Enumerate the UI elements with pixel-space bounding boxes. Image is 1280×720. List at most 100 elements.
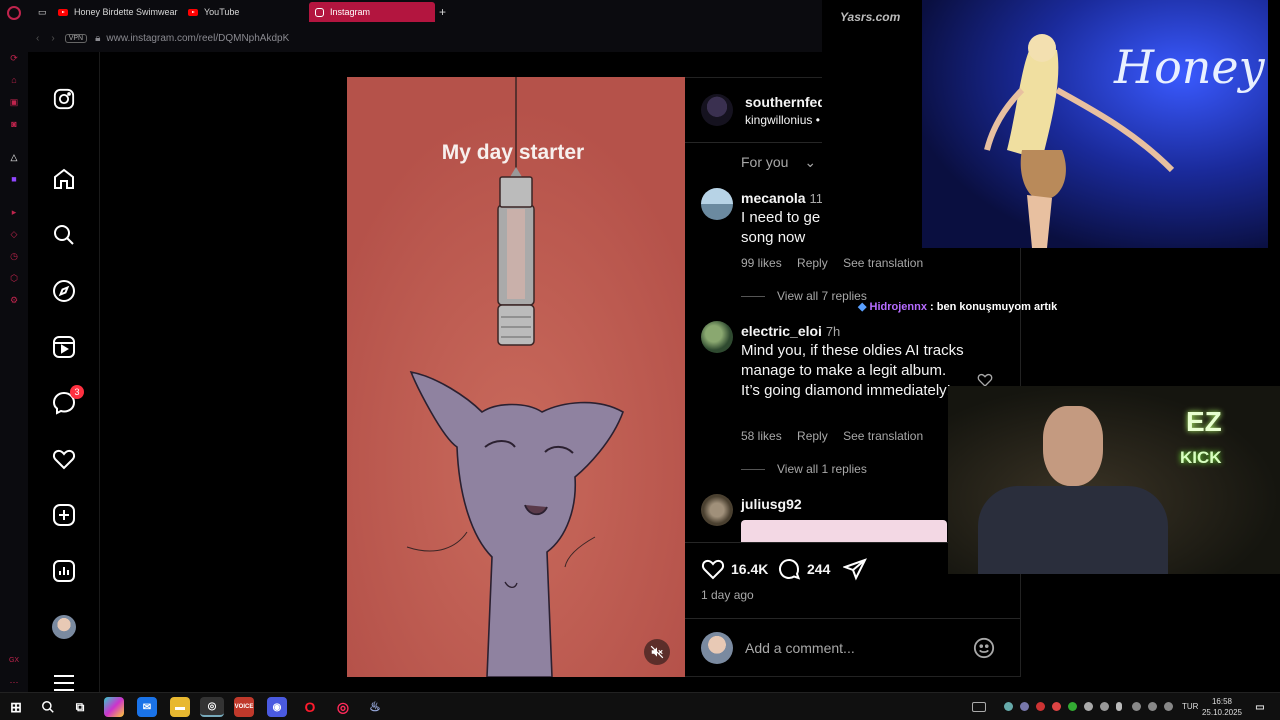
home-icon[interactable] [52, 167, 76, 191]
clock-date: 25.10.2025 [1201, 708, 1243, 717]
comment-avatar[interactable] [701, 494, 733, 526]
tray-opera-icon[interactable] [1052, 702, 1061, 711]
keyboard-icon[interactable] [972, 702, 986, 712]
author-username[interactable]: southernfed [745, 94, 826, 110]
messages-icon[interactable]: 3 [52, 385, 84, 415]
cube-icon[interactable]: ⬡ [8, 272, 20, 284]
insights-icon[interactable] [52, 559, 76, 583]
chat-username: Hidrojennx [869, 301, 927, 313]
comment-input[interactable]: Add a comment... [745, 640, 855, 656]
profile-avatar[interactable] [52, 615, 76, 639]
create-icon[interactable] [52, 503, 76, 527]
copilot-icon[interactable] [104, 697, 124, 717]
refresh-icon[interactable]: ⟳ [8, 52, 20, 64]
post-date: 1 day ago [701, 588, 754, 602]
instagram-logo-icon[interactable] [52, 87, 76, 111]
comment-meta: 58 likes Reply See translation [741, 429, 935, 443]
notifications-icon[interactable]: ▭ [1250, 697, 1270, 717]
opera-gx-icon[interactable]: ◎ [200, 697, 224, 717]
tab-honey-birdette[interactable]: Honey Birdette Swimwear [52, 2, 178, 22]
lock-icon: 🔒︎ [95, 32, 101, 44]
pin-icon[interactable]: ◇ [8, 228, 20, 240]
author-avatar[interactable] [701, 94, 733, 126]
tray-nvidia-icon[interactable] [1068, 702, 1077, 711]
reel-video[interactable]: My day starter [347, 77, 685, 677]
comment-likes[interactable]: 58 likes [741, 429, 782, 443]
comment-time: 11 [809, 191, 823, 206]
muted-speaker-icon [650, 645, 664, 659]
view-replies-button[interactable]: View all 1 replies [741, 462, 867, 476]
voicemod-icon[interactable]: VOICE [234, 697, 254, 717]
mute-button[interactable] [644, 639, 670, 665]
author-subtitle[interactable]: kingwillonius • [745, 113, 820, 127]
reply-button[interactable]: Reply [797, 256, 828, 270]
microphone-icon[interactable] [1116, 702, 1122, 711]
windows-start-icon[interactable]: ⊞ [6, 697, 26, 717]
steam-icon[interactable]: ♨ [365, 697, 385, 717]
opera-logo-icon[interactable] [7, 6, 21, 20]
folder-icon[interactable]: ▬ [170, 697, 190, 717]
comment-avatar[interactable] [701, 321, 733, 353]
like-count: 16.4K [731, 561, 769, 577]
tray-network-icon[interactable] [1084, 702, 1093, 711]
gx-icon[interactable]: GX [8, 654, 20, 666]
chevron-down-icon: ⌄ [804, 154, 817, 170]
tab-youtube[interactable]: YouTube [182, 2, 302, 22]
workspace-icon[interactable]: ▭ [32, 2, 50, 22]
streamer-body [978, 486, 1168, 574]
tray-settings-icon[interactable] [1100, 702, 1109, 711]
wifi-icon[interactable] [1148, 702, 1157, 711]
reels-icon[interactable] [52, 335, 76, 359]
settings-icon[interactable]: ⚙ [8, 294, 20, 306]
instagram-side-icon[interactable]: ◙ [8, 118, 20, 130]
ai-icon[interactable]: △ [8, 151, 20, 163]
comment-username[interactable]: electric_eloi 7h [741, 323, 840, 339]
tab-instagram[interactable]: Instagram [309, 2, 435, 22]
twitch-icon[interactable]: ■ [8, 173, 20, 185]
play-icon[interactable]: ▸ [8, 206, 20, 218]
comment-username[interactable]: mecanola 11 [741, 190, 823, 206]
see-translation-button[interactable]: See translation [843, 429, 923, 443]
search-icon[interactable] [52, 223, 76, 247]
task-view-icon[interactable]: ⧉ [70, 697, 90, 717]
opera-icon[interactable]: O [300, 697, 320, 717]
see-translation-button[interactable]: See translation [843, 256, 923, 270]
comment-image[interactable] [741, 520, 947, 542]
tray-steam-icon[interactable] [1004, 702, 1013, 711]
discord-icon[interactable]: ◉ [267, 697, 287, 717]
explore-icon[interactable] [52, 279, 76, 303]
share-icon[interactable] [842, 557, 867, 586]
forward-icon[interactable]: › [51, 33, 54, 44]
mail-icon[interactable]: ✉ [137, 697, 157, 717]
search-icon[interactable] [38, 697, 58, 717]
sort-dropdown[interactable]: For you ⌄ [741, 154, 828, 171]
like-action[interactable]: 16.4K [701, 557, 768, 581]
tray-headset-icon[interactable] [1132, 702, 1141, 711]
url-field[interactable]: www.instagram.com/reel/DQMNphAkdpK [106, 33, 289, 44]
tray-record-icon[interactable] [1036, 702, 1045, 711]
comment-icon [779, 559, 801, 580]
comment-avatar[interactable] [701, 188, 733, 220]
stream-video-overlay: Yasrs.com Honey [822, 0, 1268, 248]
history-icon[interactable]: ◷ [8, 250, 20, 262]
comment-likes[interactable]: 99 likes [741, 256, 782, 270]
new-tab-button[interactable]: + [436, 2, 452, 22]
view-replies-button[interactable]: View all 7 replies [741, 289, 867, 303]
more-icon[interactable]: ⋯ [8, 676, 20, 688]
taskbar: ⊞ ⧉ ✉ ▬ ◎ VOICE ◉ O ◎ ♨ TUR 16:58 25.10.… [0, 692, 1280, 720]
language-indicator[interactable]: TUR [1182, 702, 1198, 711]
clock[interactable]: 16:58 25.10.2025 [1200, 696, 1244, 718]
neon-sign-bottom: KICK [1180, 448, 1222, 467]
opera-gx-taskbar-icon[interactable]: ◎ [333, 697, 353, 717]
heart-icon[interactable] [52, 447, 76, 471]
comment-username[interactable]: juliusg92 [741, 496, 802, 512]
back-icon[interactable]: ‹ [36, 33, 39, 44]
comment-action[interactable]: 244 [777, 557, 830, 581]
tray-app-icon[interactable] [1020, 702, 1029, 711]
bag-icon[interactable]: ⌂ [8, 74, 20, 86]
reply-button[interactable]: Reply [797, 429, 828, 443]
volume-icon[interactable] [1164, 702, 1173, 711]
messenger-icon[interactable]: ▣ [8, 96, 20, 108]
vpn-badge[interactable]: VPN [64, 33, 88, 43]
emoji-icon[interactable] [973, 637, 995, 664]
